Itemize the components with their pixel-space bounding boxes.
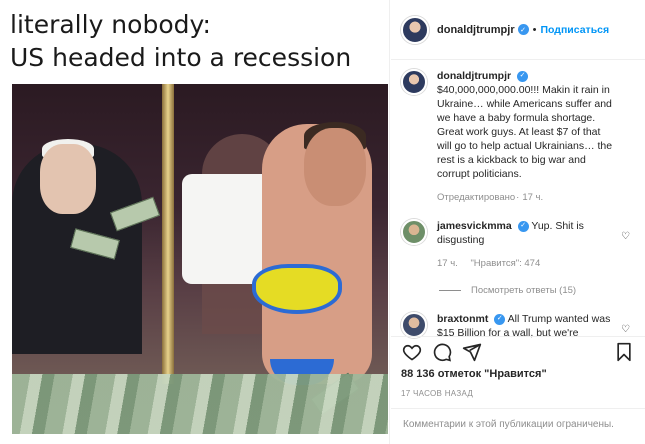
follow-button[interactable]: Подписаться xyxy=(540,24,609,36)
share-icon[interactable] xyxy=(461,341,483,363)
author-avatar[interactable] xyxy=(401,15,429,44)
likes-count[interactable]: 88 136 отметок "Нравится" xyxy=(401,368,547,380)
view-replies-button[interactable]: Посмотреть ответы (15) xyxy=(439,285,645,296)
comments-list[interactable]: donaldjtrumpjr ✓ $40,000,000,000.00!!! M… xyxy=(391,60,645,342)
caption-meta: Отредактировано· 17 ч. xyxy=(437,192,544,203)
comment-username[interactable]: braxtonmt xyxy=(437,313,488,325)
commenter-avatar[interactable] xyxy=(401,219,427,245)
photo-money-pile xyxy=(12,374,388,434)
view-replies-label[interactable]: Посмотреть ответы (15) xyxy=(471,285,576,296)
post-caption: donaldjtrumpjr ✓ $40,000,000,000.00!!! M… xyxy=(391,60,645,205)
commenter-avatar[interactable] xyxy=(401,312,427,338)
comment-username[interactable]: jamesvickmma xyxy=(437,220,512,232)
verified-badge-icon: ✓ xyxy=(517,70,529,82)
bookmark-icon[interactable] xyxy=(613,341,635,363)
heart-icon[interactable]: ♡ xyxy=(621,232,631,242)
photo-bikini-top xyxy=(252,264,342,314)
meme-caption-line2: US headed into a recession xyxy=(10,43,352,72)
comment-meta: 17 ч. "Нравится": 474 xyxy=(437,257,617,271)
heart-icon[interactable]: ♡ xyxy=(621,325,631,335)
caption-text: $40,000,000,000.00!!! Makin it rain in U… xyxy=(437,84,613,180)
post-timestamp[interactable]: 17 ЧАСОВ НАЗАД xyxy=(401,389,473,398)
photo-dancer-face xyxy=(304,128,366,206)
photo-figure-face xyxy=(40,144,96,214)
list-item: jamesvickmma ✓ Yup. Shit is disgusting 1… xyxy=(391,205,645,271)
photo-background-shirt xyxy=(182,174,272,284)
caption-username[interactable]: donaldjtrumpjr xyxy=(437,70,511,82)
comment-likes[interactable]: "Нравится": 474 xyxy=(470,258,540,269)
caption-edited: Отредактировано xyxy=(437,192,516,203)
verified-badge-icon: ✓ xyxy=(517,24,529,35)
view-replies-line xyxy=(439,290,461,291)
post-media[interactable]: literally nobody: US headed into a reces… xyxy=(0,0,390,444)
caption-time: 17 ч. xyxy=(522,192,544,203)
heart-icon[interactable] xyxy=(401,341,423,363)
verified-badge-icon: ✓ xyxy=(517,220,529,232)
photo-pole xyxy=(162,84,174,384)
author-username[interactable]: donaldjtrumpjr xyxy=(437,24,515,36)
header-separator: • xyxy=(532,23,537,36)
post-header: donaldjtrumpjr ✓ • Подписаться xyxy=(391,0,645,60)
comment-icon[interactable] xyxy=(431,341,453,363)
comment-time: 17 ч. xyxy=(437,258,458,269)
post-panel: donaldjtrumpjr ✓ • Подписаться donaldjtr… xyxy=(391,0,645,444)
caption-avatar[interactable] xyxy=(401,69,427,95)
meme-caption: literally nobody: US headed into a reces… xyxy=(10,8,385,74)
verified-badge-icon: ✓ xyxy=(494,313,506,325)
meme-caption-line1: literally nobody: xyxy=(10,10,211,39)
comments-limited-notice: Комментарии к этой публикации ограничены… xyxy=(391,408,645,444)
action-bar xyxy=(391,336,645,366)
meme-photo xyxy=(12,84,388,434)
